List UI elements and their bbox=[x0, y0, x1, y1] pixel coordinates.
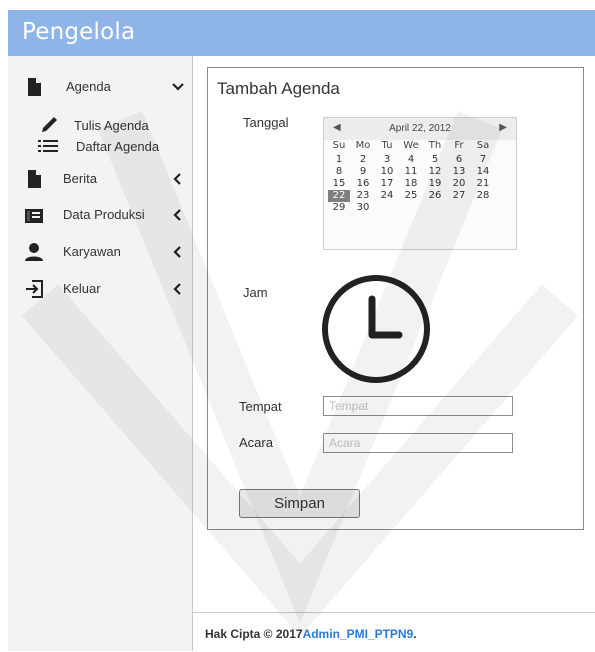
sidebar-item-label: Berita bbox=[63, 171, 97, 186]
weekday-row: Su Mo Tu We Th Fr Sa bbox=[328, 140, 512, 152]
tanggal-label: Tanggal bbox=[243, 115, 289, 130]
page-title: Tambah Agenda bbox=[217, 79, 340, 98]
calendar-day[interactable]: 12 bbox=[424, 166, 446, 178]
calendar-week-row: 29 30 bbox=[328, 202, 512, 214]
calendar-week-row: 15 16 17 18 19 20 21 bbox=[328, 178, 512, 190]
calendar-day[interactable]: 25 bbox=[400, 190, 422, 202]
calendar-empty-cell bbox=[472, 202, 494, 214]
calendar-day[interactable]: 5 bbox=[424, 154, 446, 166]
pencil-icon bbox=[42, 117, 57, 132]
sidebar-subitem-label: Tulis Agenda bbox=[74, 118, 149, 133]
calendar-week-row: 22 23 24 25 26 27 28 bbox=[328, 190, 512, 202]
sidebar-item-berita[interactable]: Berita bbox=[8, 167, 192, 193]
footer-link[interactable]: Admin_PMI_PTPN9 bbox=[303, 627, 414, 641]
calendar-empty-cell bbox=[376, 202, 398, 214]
calendar-day[interactable]: 7 bbox=[472, 154, 494, 166]
calendar-grid: Su Mo Tu We Th Fr Sa 1 2 3 4 5 6 7 8 9 10 11 12 13 14 15 16 17 1… bbox=[328, 140, 512, 214]
calendar-day[interactable]: 23 bbox=[352, 190, 374, 202]
calendar-day[interactable]: 28 bbox=[472, 190, 494, 202]
chevron-left-icon bbox=[171, 278, 185, 301]
sidebar-item-keluar[interactable]: Keluar bbox=[8, 277, 192, 303]
sidebar-subitem-label: Daftar Agenda bbox=[76, 139, 160, 154]
clock-icon[interactable] bbox=[320, 273, 432, 385]
footer: Hak Cipta © 2017Admin_PMI_PTPN9. bbox=[193, 612, 595, 652]
calendar-day[interactable]: 13 bbox=[448, 166, 470, 178]
chevron-left-icon bbox=[171, 241, 185, 264]
simpan-button[interactable]: Simpan bbox=[239, 489, 360, 518]
database-icon bbox=[25, 209, 43, 223]
calendar-day[interactable]: 30 bbox=[352, 202, 374, 214]
document-icon bbox=[28, 78, 41, 96]
sidebar: Agenda Tulis Agenda Daftar Agenda Berita bbox=[8, 56, 193, 651]
chevron-left-icon bbox=[171, 168, 185, 191]
app-title: Pengelola bbox=[22, 19, 136, 45]
calendar-day[interactable]: 11 bbox=[400, 166, 422, 178]
calendar-day[interactable]: 4 bbox=[400, 154, 422, 166]
tambah-agenda-panel: Tambah Agenda Tanggal ◀ April 22, 2012 ▶… bbox=[207, 67, 584, 530]
jam-label: Jam bbox=[243, 285, 268, 300]
calendar-day[interactable]: 19 bbox=[424, 178, 446, 190]
calendar-day[interactable]: 8 bbox=[328, 166, 350, 178]
copyright-text: Hak Cipta © 2017Admin_PMI_PTPN9. bbox=[205, 627, 417, 641]
acara-input[interactable] bbox=[323, 433, 513, 453]
calendar-day[interactable]: 1 bbox=[328, 154, 350, 166]
copyright-prefix: Hak Cipta © 2017 bbox=[205, 627, 303, 641]
app-header: Pengelola bbox=[8, 10, 595, 56]
calendar-day[interactable]: 2 bbox=[352, 154, 374, 166]
calendar-day[interactable]: 26 bbox=[424, 190, 446, 202]
tempat-input[interactable] bbox=[323, 396, 513, 416]
calendar-week-row: 8 9 10 11 12 13 14 bbox=[328, 166, 512, 178]
weekday-label: Mo bbox=[355, 140, 371, 151]
calendar-day[interactable]: 20 bbox=[448, 178, 470, 190]
weekday-label: Th bbox=[428, 140, 442, 151]
weekday-label: Tu bbox=[381, 140, 393, 151]
sidebar-item-label: Keluar bbox=[63, 281, 101, 296]
user-icon bbox=[25, 243, 43, 261]
calendar-day[interactable]: 6 bbox=[448, 154, 470, 166]
calendar-day[interactable]: 24 bbox=[376, 190, 398, 202]
acara-label: Acara bbox=[239, 435, 273, 450]
weekday-label: Su bbox=[332, 140, 346, 151]
calendar-day[interactable]: 18 bbox=[400, 178, 422, 190]
calendar-day[interactable]: 9 bbox=[352, 166, 374, 178]
list-icon bbox=[38, 140, 58, 152]
calendar-day[interactable]: 22 bbox=[328, 190, 350, 202]
sidebar-item-agenda[interactable]: Agenda bbox=[8, 75, 192, 101]
calendar-day[interactable]: 29 bbox=[328, 202, 350, 214]
calendar-day[interactable]: 15 bbox=[328, 178, 350, 190]
sidebar-item-label: Data Produksi bbox=[63, 207, 145, 222]
month-label: April 22, 2012 bbox=[389, 123, 451, 134]
document-icon bbox=[28, 170, 41, 188]
chevron-down-icon bbox=[171, 76, 185, 99]
sidebar-item-label: Karyawan bbox=[63, 244, 121, 259]
date-picker-header: ◀ April 22, 2012 ▶ bbox=[324, 118, 516, 140]
weekday-label: Fr bbox=[454, 140, 464, 151]
calendar-day[interactable]: 16 bbox=[352, 178, 374, 190]
logout-icon bbox=[26, 280, 43, 298]
calendar-empty-cell bbox=[424, 202, 446, 214]
chevron-left-icon bbox=[171, 204, 185, 227]
calendar-empty-cell bbox=[400, 202, 422, 214]
calendar-day[interactable]: 17 bbox=[376, 178, 398, 190]
copyright-suffix: . bbox=[413, 627, 417, 641]
calendar-day[interactable]: 21 bbox=[472, 178, 494, 190]
calendar-day[interactable]: 14 bbox=[472, 166, 494, 178]
sidebar-item-karyawan[interactable]: Karyawan bbox=[8, 240, 192, 266]
tempat-label: Tempat bbox=[239, 399, 282, 414]
calendar-empty-cell bbox=[448, 202, 470, 214]
calendar-week-row: 1234567 bbox=[328, 154, 512, 166]
sidebar-item-data-produksi[interactable]: Data Produksi bbox=[8, 203, 192, 229]
next-month-icon[interactable]: ▶ bbox=[499, 122, 507, 133]
calendar-day[interactable]: 10 bbox=[376, 166, 398, 178]
calendar-day[interactable]: 3 bbox=[376, 154, 398, 166]
date-picker[interactable]: ◀ April 22, 2012 ▶ Su Mo Tu We Th Fr Sa 1 2 3 4 5 6 7… bbox=[323, 117, 517, 250]
weekday-label: Sa bbox=[476, 140, 490, 151]
calendar-day[interactable]: 27 bbox=[448, 190, 470, 202]
weekday-label: We bbox=[403, 140, 419, 151]
sidebar-item-label: Agenda bbox=[66, 79, 111, 94]
